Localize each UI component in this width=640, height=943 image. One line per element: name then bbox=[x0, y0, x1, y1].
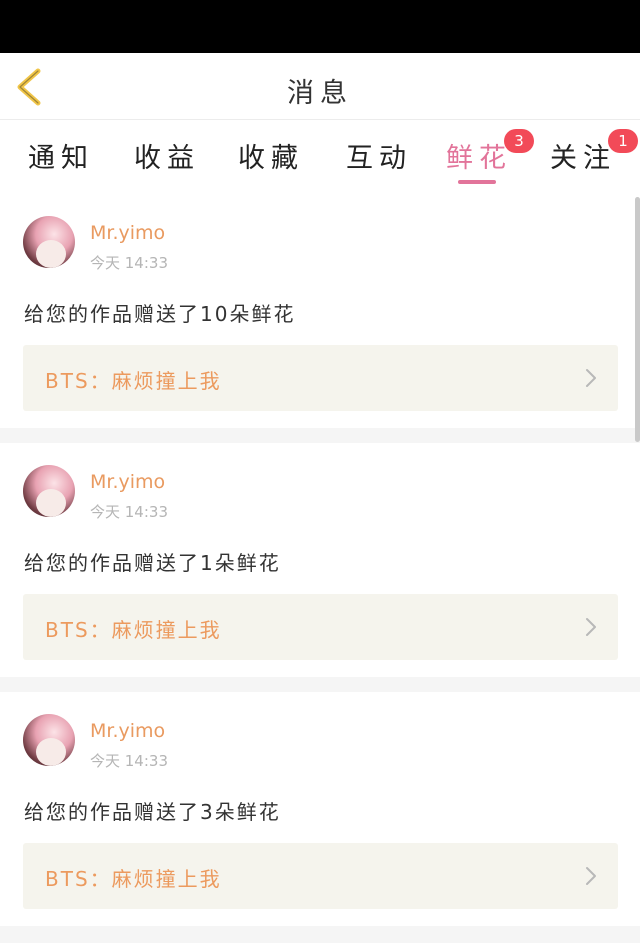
tab-label: 通知 bbox=[28, 143, 94, 174]
tab-flowers[interactable]: 鲜花 3 bbox=[446, 129, 534, 188]
chevron-right-icon bbox=[586, 369, 596, 387]
work-link[interactable]: BTS：麻烦撞上我 bbox=[23, 345, 618, 411]
work-title: BTS：麻烦撞上我 bbox=[45, 867, 222, 891]
avatar[interactable] bbox=[23, 216, 75, 268]
tab-label: 关注 bbox=[550, 143, 616, 174]
flowers-badge: 3 bbox=[504, 129, 534, 153]
tab-bar: 通知 收益 收藏 互动 鲜花 3 关注 1 bbox=[0, 120, 640, 194]
tab-favorites[interactable]: 收藏 bbox=[238, 136, 304, 188]
work-title: BTS：麻烦撞上我 bbox=[45, 369, 222, 393]
tab-label: 鲜花 bbox=[446, 143, 512, 174]
message-text: 给您的作品赠送了3朵鲜花 bbox=[24, 800, 281, 824]
chevron-right-icon bbox=[586, 867, 596, 885]
nav-bar: 消息 bbox=[0, 53, 640, 120]
active-tab-indicator bbox=[458, 180, 496, 184]
tab-label: 收藏 bbox=[238, 143, 304, 174]
work-link[interactable]: BTS：麻烦撞上我 bbox=[23, 843, 618, 909]
tab-label: 收益 bbox=[134, 143, 200, 174]
username[interactable]: Mr.yimo bbox=[90, 471, 165, 493]
message-item: Mr.yimo 今天 14:33 给您的作品赠送了10朵鲜花 BTS：麻烦撞上我 bbox=[0, 194, 640, 428]
timestamp: 今天 14:33 bbox=[90, 752, 168, 770]
avatar[interactable] bbox=[23, 714, 75, 766]
message-list[interactable]: Mr.yimo 今天 14:33 给您的作品赠送了10朵鲜花 BTS：麻烦撞上我… bbox=[0, 194, 640, 943]
status-bar bbox=[0, 0, 640, 53]
message-text: 给您的作品赠送了1朵鲜花 bbox=[24, 551, 281, 575]
tab-label: 互动 bbox=[346, 143, 412, 174]
username[interactable]: Mr.yimo bbox=[90, 222, 165, 244]
tab-following[interactable]: 关注 1 bbox=[550, 129, 638, 188]
message-item: Mr.yimo 今天 14:33 给您的作品赠送了3朵鲜花 BTS：麻烦撞上我 bbox=[0, 692, 640, 926]
tab-notifications[interactable]: 通知 bbox=[28, 136, 94, 188]
timestamp: 今天 14:33 bbox=[90, 254, 168, 272]
page-title: 消息 bbox=[287, 78, 353, 109]
work-title: BTS：麻烦撞上我 bbox=[45, 618, 222, 642]
scrollbar[interactable] bbox=[635, 197, 640, 442]
tab-interactions[interactable]: 互动 bbox=[346, 136, 412, 188]
work-link[interactable]: BTS：麻烦撞上我 bbox=[23, 594, 618, 660]
tab-earnings[interactable]: 收益 bbox=[134, 136, 200, 188]
avatar[interactable] bbox=[23, 465, 75, 517]
username[interactable]: Mr.yimo bbox=[90, 720, 165, 742]
chevron-right-icon bbox=[586, 618, 596, 636]
following-badge: 1 bbox=[608, 129, 638, 153]
message-item: Mr.yimo 今天 14:33 给您的作品赠送了1朵鲜花 BTS：麻烦撞上我 bbox=[0, 443, 640, 677]
timestamp: 今天 14:33 bbox=[90, 503, 168, 521]
message-text: 给您的作品赠送了10朵鲜花 bbox=[24, 302, 296, 326]
